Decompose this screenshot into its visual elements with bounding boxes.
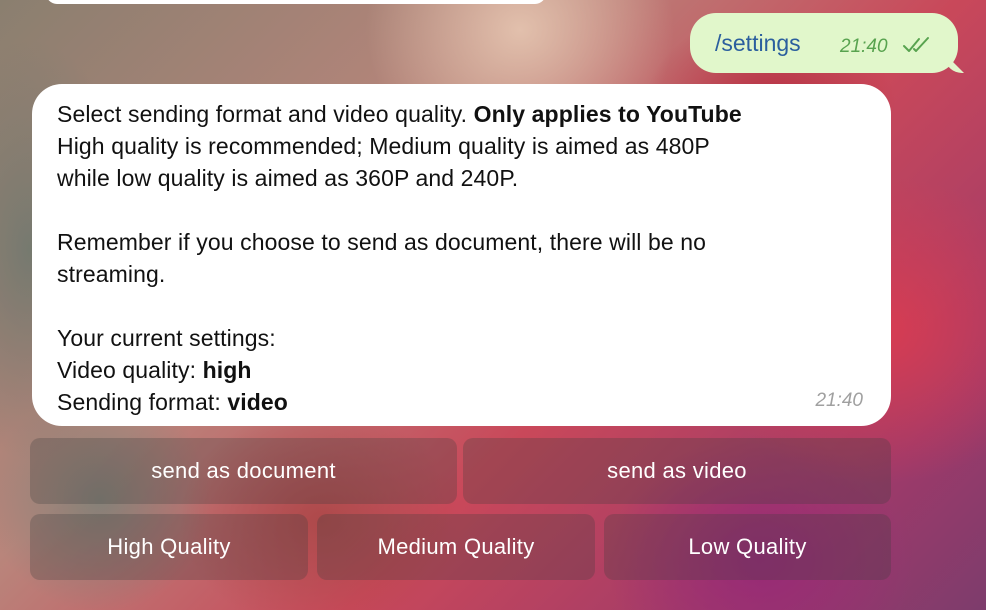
previous-message-bubble <box>46 0 546 4</box>
outgoing-message-text[interactable]: /settings <box>715 30 801 57</box>
outgoing-message-time: 21:40 <box>840 36 888 57</box>
message-line: Remember if you choose to send as docume… <box>57 229 707 255</box>
medium-quality-button[interactable]: Medium Quality <box>317 514 595 580</box>
youtube-note: Only applies to YouTube <box>473 101 742 127</box>
video-quality-label: Video quality: <box>57 357 203 383</box>
message-line: High quality is recommended; Medium qual… <box>57 133 710 159</box>
message-line: Your current settings: <box>57 325 276 351</box>
message-line: Select sending format and video quality.… <box>57 98 877 130</box>
incoming-message-text: Select sending format and video quality.… <box>57 98 877 418</box>
bubble-tail <box>946 55 964 73</box>
chat-screen: /settings 21:40 Select sending format an… <box>0 0 986 610</box>
sending-format-label: Sending format: <box>57 389 228 415</box>
sending-format-setting: Sending format: video <box>57 386 877 418</box>
high-quality-button[interactable]: High Quality <box>30 514 308 580</box>
message-line: while low quality is aimed as 360P and 2… <box>57 165 519 191</box>
incoming-message-bubble[interactable]: Select sending format and video quality.… <box>32 84 891 426</box>
double-check-icon <box>903 37 929 52</box>
send-as-document-button[interactable]: send as document <box>30 438 457 504</box>
video-quality-value: high <box>202 357 252 383</box>
intro-text: Select sending format and video quality. <box>57 101 474 127</box>
sending-format-value: video <box>227 389 288 415</box>
incoming-message-time: 21:40 <box>815 390 863 411</box>
message-line: streaming. <box>57 261 166 287</box>
video-quality-setting: Video quality: high <box>57 354 877 386</box>
low-quality-button[interactable]: Low Quality <box>604 514 891 580</box>
send-as-video-button[interactable]: send as video <box>463 438 891 504</box>
outgoing-message-bubble[interactable]: /settings 21:40 <box>690 13 964 73</box>
